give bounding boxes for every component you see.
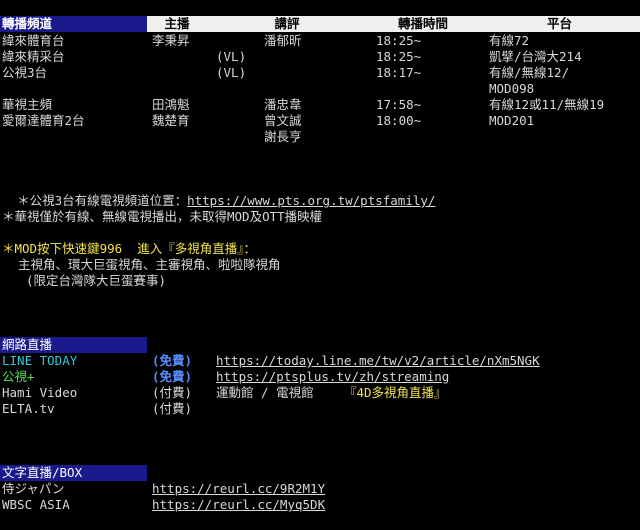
table-cell-time: 18:25~ bbox=[376, 33, 422, 48]
text-live-section-title: 文字直播/BOX bbox=[0, 465, 147, 481]
table-cell-commentary: 曾文誠 bbox=[264, 113, 302, 128]
online-price: (付費) bbox=[152, 401, 193, 416]
header-channel: 轉播頻道 bbox=[0, 16, 147, 32]
table-cell-channel: 愛爾達體育2台 bbox=[2, 113, 85, 128]
text-live-name: 侍ジャパン bbox=[2, 481, 65, 496]
table-cell-time: 18:00~ bbox=[376, 113, 422, 128]
table-cell-host: (VL) bbox=[216, 65, 247, 80]
ptsplus-link[interactable]: https://ptsplus.tv/zh/streaming bbox=[216, 369, 449, 385]
table-cell-host: (VL) bbox=[216, 49, 247, 64]
header-commentary: 講評 bbox=[207, 16, 367, 32]
online-name-ptsplus: 公視+ bbox=[2, 369, 35, 384]
online-name-hami: Hami Video bbox=[2, 385, 78, 400]
table-cell-channel: 緯來精采台 bbox=[2, 49, 65, 64]
note-cts: ＊華視僅於有線、無線電視播出，未取得MOD及OTT播映權 bbox=[2, 209, 323, 224]
table-cell-time: 17:58~ bbox=[376, 97, 422, 112]
table-cell-channel: 公視3台 bbox=[2, 65, 48, 80]
hami-sections: 運動館 / 電視館 bbox=[216, 385, 314, 400]
table-cell-host: 魏楚育 bbox=[152, 113, 190, 128]
online-price: (免費) bbox=[152, 369, 193, 384]
table-cell-platform: 有線/無線12/ bbox=[489, 65, 570, 80]
table-cell-channel: 緯來體育台 bbox=[2, 33, 65, 48]
note-mod: ＊MOD按下快速鍵996 進入『多視角直播』： bbox=[2, 241, 256, 256]
table-cell-commentary: 潘郁昕 bbox=[264, 33, 302, 48]
table-cell-time: 18:25~ bbox=[376, 49, 422, 64]
table-cell-commentary: 潘忠韋 bbox=[264, 97, 302, 112]
online-name-line-today: LINE TODAY bbox=[2, 353, 78, 368]
note-mod-views: 主視角、環大巨蛋視角、主審視角、啦啦隊視角 bbox=[18, 257, 281, 272]
note-pts: ＊公視3台有線電視頻道位置：https://www.pts.org.tw/pts… bbox=[2, 177, 435, 209]
table-cell-host: 李秉昇 bbox=[152, 33, 190, 48]
line-today-link[interactable]: https://today.line.me/tw/v2/article/nXm5… bbox=[216, 353, 540, 369]
table-cell-commentary: 謝長亨 bbox=[264, 129, 302, 144]
note-mod-limit: (限定台灣隊大巨蛋賽事) bbox=[26, 273, 167, 288]
table-cell-platform: 有線72 bbox=[489, 33, 530, 48]
text-live-name: WBSC ASIA bbox=[2, 497, 70, 512]
online-name-elta: ELTA.tv bbox=[2, 401, 55, 416]
header-time: 轉播時間 bbox=[367, 16, 479, 32]
table-cell-platform: 凱擘/台灣大214 bbox=[489, 49, 582, 64]
samurai-japan-link[interactable]: https://reurl.cc/9R2M1Y bbox=[152, 481, 325, 497]
pts-family-link[interactable]: https://www.pts.org.tw/ptsfamily/ bbox=[187, 193, 435, 208]
table-cell-channel: 華視主頻 bbox=[2, 97, 53, 112]
header-platform: 平台 bbox=[479, 16, 640, 32]
online-price: (免費) bbox=[152, 353, 193, 368]
table-cell-platform: MOD201 bbox=[489, 113, 535, 128]
wbsc-asia-link[interactable]: https://reurl.cc/Myq5DK bbox=[152, 497, 325, 513]
table-cell-platform: 有線12或11/無線19 bbox=[489, 97, 605, 112]
header-host: 主播 bbox=[147, 16, 207, 32]
online-section-title: 網路直播 bbox=[0, 337, 147, 353]
table-cell-host: 田鴻魁 bbox=[152, 97, 190, 112]
hami-4d-view: 『4D多視角直播』 bbox=[344, 385, 447, 400]
table-cell-time: 18:17~ bbox=[376, 65, 422, 80]
table-cell-platform: MOD098 bbox=[489, 81, 535, 96]
note-pts-text: ＊公視3台有線電視頻道位置： bbox=[17, 193, 188, 208]
online-price: (付費) bbox=[152, 385, 193, 400]
